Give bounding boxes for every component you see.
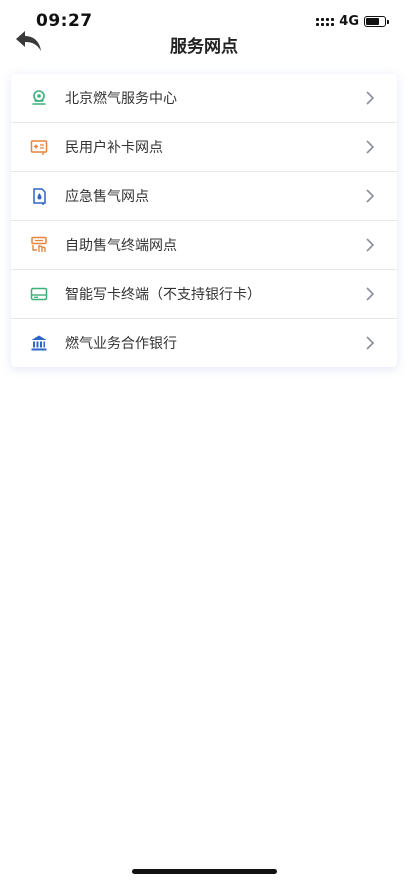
network-label: 4G	[339, 14, 359, 29]
list-item-label: 民用户补卡网点	[65, 140, 163, 156]
list-item-card-reissue[interactable]: 民用户补卡网点	[11, 123, 397, 172]
list-item-label: 智能写卡终端（不支持银行卡）	[65, 287, 261, 303]
bank-icon	[30, 334, 48, 352]
card-reissue-icon	[30, 138, 48, 156]
chevron-right-icon	[366, 189, 375, 203]
home-indicator[interactable]	[132, 869, 277, 874]
page-title: 服务网点	[170, 37, 238, 57]
chevron-right-icon	[366, 140, 375, 154]
list-item-label: 应急售气网点	[65, 189, 149, 205]
service-center-icon	[30, 89, 48, 107]
list-item-emergency-gas[interactable]: 应急售气网点	[11, 172, 397, 221]
list-item-label: 北京燃气服务中心	[65, 91, 177, 107]
smart-card-icon	[30, 285, 48, 303]
list-item-service-center[interactable]: 北京燃气服务中心	[11, 74, 397, 123]
list-item-label: 燃气业务合作银行	[65, 336, 177, 352]
list-item-self-service-terminal[interactable]: 自助售气终端网点	[11, 221, 397, 270]
self-service-terminal-icon	[30, 236, 48, 254]
chevron-right-icon	[366, 91, 375, 105]
signal-icon	[316, 17, 335, 26]
chevron-right-icon	[366, 336, 375, 350]
list-item-smart-card[interactable]: 智能写卡终端（不支持银行卡）	[11, 270, 397, 319]
emergency-gas-icon	[30, 187, 48, 205]
status-indicators: 4G	[316, 14, 389, 29]
list-item-label: 自助售气终端网点	[65, 238, 177, 254]
chevron-right-icon	[366, 287, 375, 301]
nav-bar: 服务网点	[0, 28, 408, 60]
chevron-right-icon	[366, 238, 375, 252]
service-point-list: 北京燃气服务中心 民用户补卡网点 应急售气网点 自助售气终端网点 智能写卡终端（…	[11, 74, 397, 367]
battery-icon	[364, 16, 389, 27]
list-item-partner-bank[interactable]: 燃气业务合作银行	[11, 319, 397, 367]
